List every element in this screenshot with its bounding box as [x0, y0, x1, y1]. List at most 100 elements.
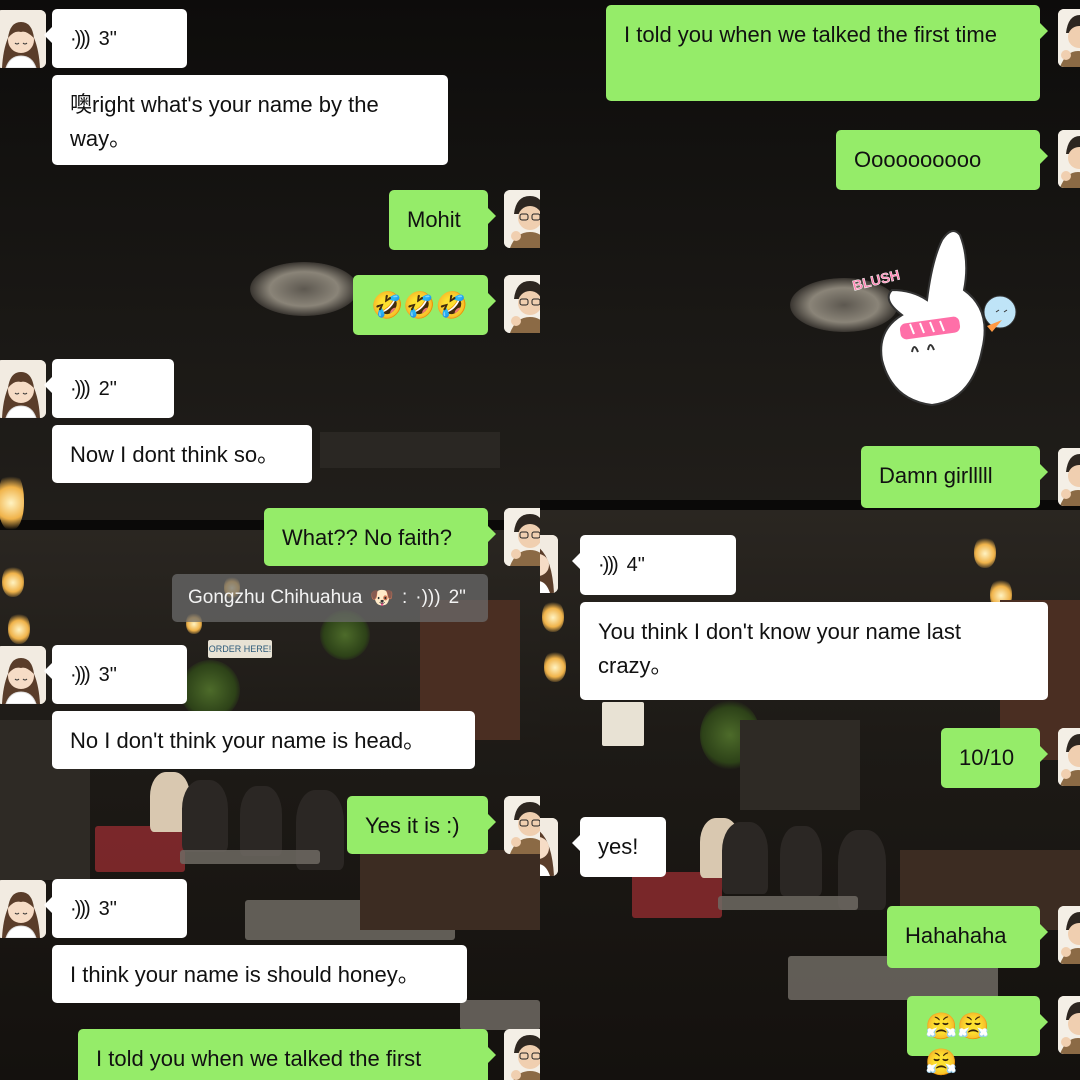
- ceiling-panel: [320, 432, 500, 468]
- voice-message[interactable]: ·))) 2": [44, 359, 174, 418]
- text-message[interactable]: I told you when we talked the first time: [606, 5, 1048, 101]
- text-message[interactable]: Mohit: [389, 190, 496, 250]
- text-message[interactable]: Now I dont think so。: [52, 425, 312, 483]
- user-avatar[interactable]: [1058, 9, 1080, 67]
- voice-wave-icon: ·))): [70, 377, 91, 400]
- order-here-sign: ORDER HERE!: [208, 640, 272, 658]
- voice-duration: 4": [626, 554, 645, 576]
- lamp-bulb: [8, 612, 30, 644]
- contact-avatar[interactable]: [0, 360, 46, 418]
- user-avatar[interactable]: [504, 1029, 540, 1080]
- user-avatar[interactable]: [504, 190, 540, 248]
- voice-wave-icon: ·))): [415, 587, 441, 608]
- message-text: I think your name is should honey。: [70, 962, 420, 987]
- text-message[interactable]: You think I don't know your name last cr…: [580, 602, 1048, 700]
- text-message[interactable]: Oooooooooo: [836, 130, 1048, 190]
- text-message[interactable]: 10/10: [941, 728, 1048, 788]
- message-text: No I don't think your name is head。: [70, 728, 426, 753]
- notice-separator: :: [401, 587, 408, 608]
- user-avatar[interactable]: [504, 275, 540, 333]
- text-message[interactable]: Damn girlllll: [861, 446, 1048, 508]
- shelf: [740, 720, 860, 810]
- emoji-message[interactable]: 😤😤😤: [907, 996, 1048, 1077]
- girl-avatar-icon: [0, 10, 46, 68]
- menu-board: [602, 702, 644, 746]
- boy-avatar-icon: [1058, 906, 1080, 964]
- message-text: 10/10: [959, 745, 1015, 770]
- ceiling-vent: [250, 262, 358, 316]
- dining-table: [460, 1000, 540, 1030]
- message-text: 噢right what's your name by the way。: [70, 92, 379, 151]
- user-avatar[interactable]: [1058, 728, 1080, 786]
- boy-avatar-icon: [1058, 448, 1080, 506]
- voice-message[interactable]: ·))) 3": [44, 645, 187, 704]
- boy-avatar-icon: [504, 1029, 540, 1080]
- voice-message[interactable]: ·))) 3": [44, 9, 187, 68]
- dining-table: [180, 850, 320, 864]
- booth-seat: [360, 850, 540, 930]
- message-text: What?? No faith?: [282, 525, 452, 550]
- left-chat-panel: ORDER HERE! ·))) 3" 噢right what's your n…: [0, 0, 540, 1080]
- voice-wave-icon: ·))): [70, 663, 91, 686]
- message-text: Now I dont think so。: [70, 442, 280, 467]
- lamp-bulb: [542, 600, 564, 632]
- right-chat-panel: I told you when we talked the first time…: [540, 0, 1080, 1080]
- message-text: Mohit: [407, 207, 461, 232]
- text-message[interactable]: I think your name is should honey。: [52, 945, 467, 1003]
- message-text: I told you when we talked the first time: [624, 22, 997, 47]
- message-text: Hahahaha: [905, 923, 1007, 948]
- text-message[interactable]: I told you when we talked the first: [78, 1029, 496, 1080]
- message-text: I told you when we talked the first: [96, 1046, 422, 1071]
- boy-avatar-icon: [1058, 728, 1080, 786]
- girl-avatar-icon: [540, 535, 558, 593]
- girl-avatar-icon: [0, 646, 46, 704]
- text-message[interactable]: Hahahaha: [887, 906, 1048, 968]
- user-avatar[interactable]: [1058, 448, 1080, 506]
- text-message[interactable]: 噢right what's your name by the way。: [52, 75, 448, 165]
- lamp-bulb: [974, 536, 996, 568]
- boy-avatar-icon: [504, 796, 540, 854]
- voice-duration: 3": [98, 663, 117, 686]
- bunny-sticker-icon: [880, 230, 1017, 407]
- user-avatar[interactable]: [1058, 996, 1080, 1054]
- blush-bunny-sticker[interactable]: BLUSH: [851, 220, 1032, 415]
- contact-avatar[interactable]: [0, 646, 46, 704]
- user-avatar[interactable]: [1058, 130, 1080, 188]
- contact-avatar[interactable]: [0, 10, 46, 68]
- user-avatar[interactable]: [504, 508, 540, 566]
- forwarded-voice-notice[interactable]: Gongzhu Chihuahua 🐶 : ·))) 2": [172, 574, 488, 622]
- dining-table: [718, 896, 858, 910]
- contact-avatar[interactable]: [540, 535, 558, 593]
- text-message[interactable]: No I don't think your name is head。: [52, 711, 475, 769]
- boy-avatar-icon: [1058, 9, 1080, 67]
- contact-avatar[interactable]: [0, 880, 46, 938]
- lamp-bulb: [0, 470, 24, 530]
- notice-sender: Gongzhu Chihuahua: [188, 587, 363, 608]
- user-avatar[interactable]: [1058, 906, 1080, 964]
- voice-wave-icon: ·))): [70, 897, 91, 920]
- text-message[interactable]: Yes it is :): [347, 796, 496, 854]
- voice-message[interactable]: ·))) 4": [572, 535, 736, 595]
- notice-duration: 2": [448, 587, 466, 608]
- red-bench: [95, 826, 185, 872]
- contact-avatar[interactable]: [540, 818, 558, 876]
- diner: [182, 780, 228, 852]
- message-text: Damn girlllll: [879, 463, 993, 488]
- boy-avatar-icon: [1058, 996, 1080, 1054]
- text-message[interactable]: yes!: [572, 817, 666, 877]
- message-text: 🤣🤣🤣: [371, 290, 469, 320]
- user-avatar[interactable]: [504, 796, 540, 854]
- message-text: Oooooooooo: [854, 147, 982, 172]
- lamp-bulb: [544, 650, 566, 682]
- voice-message[interactable]: ·))) 3": [44, 879, 187, 938]
- text-message[interactable]: What?? No faith?: [264, 508, 496, 566]
- voice-duration: 3": [98, 897, 117, 920]
- emoji-message[interactable]: 🤣🤣🤣: [353, 275, 496, 335]
- boy-avatar-icon: [504, 508, 540, 566]
- girl-avatar-icon: [0, 880, 46, 938]
- voice-wave-icon: ·))): [70, 27, 91, 50]
- boy-avatar-icon: [504, 190, 540, 248]
- voice-duration: 2": [98, 377, 117, 400]
- dog-emoji-icon: 🐶: [370, 588, 394, 609]
- boy-avatar-icon: [1058, 130, 1080, 188]
